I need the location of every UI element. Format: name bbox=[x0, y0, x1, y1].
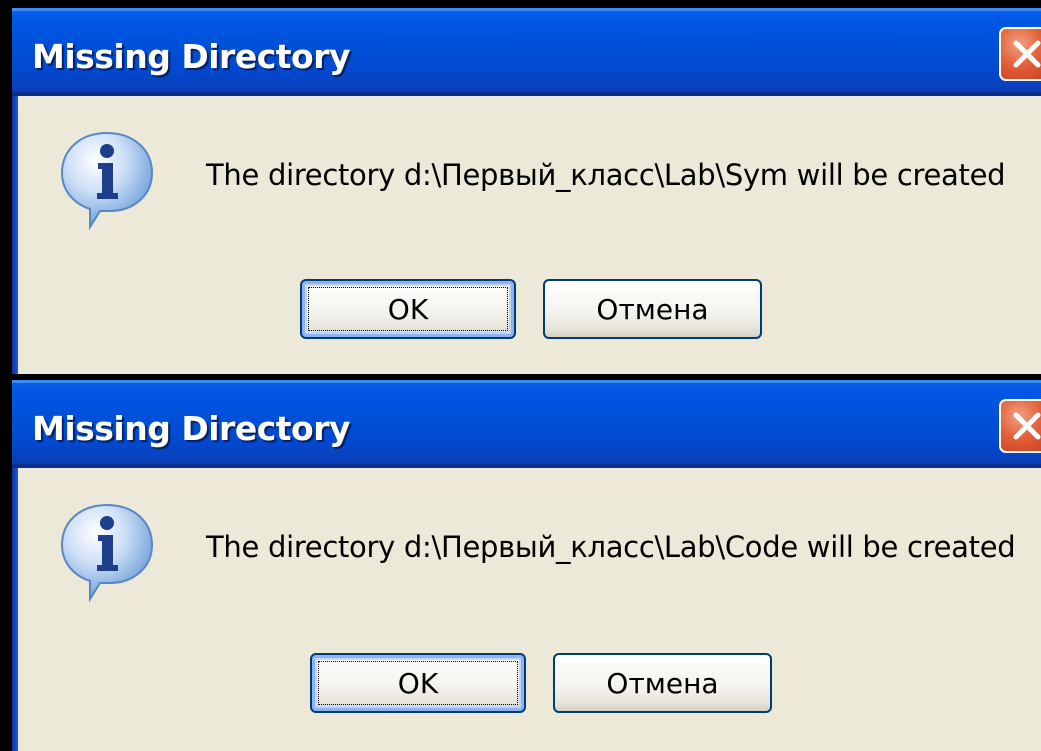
dialog-message: The directory d:\Первый_класс\Lab\Sym wi… bbox=[206, 158, 1006, 192]
cancel-button[interactable]: Отмена bbox=[553, 653, 772, 713]
cancel-button-label: Отмена bbox=[596, 292, 709, 326]
close-button[interactable] bbox=[999, 27, 1041, 81]
dialog-message: The directory d:\Первый_класс\Lab\Code w… bbox=[206, 530, 1016, 564]
cancel-button[interactable]: Отмена bbox=[543, 279, 762, 339]
cancel-button-label: Отмена bbox=[606, 666, 719, 700]
info-icon bbox=[60, 503, 154, 603]
focus-ring bbox=[308, 287, 508, 331]
ok-button[interactable]: OK bbox=[300, 279, 516, 339]
info-icon bbox=[60, 131, 154, 231]
focus-ring bbox=[318, 661, 518, 705]
dialog-title: Missing Directory bbox=[32, 409, 351, 448]
close-icon bbox=[1013, 412, 1041, 440]
dialog-title: Missing Directory bbox=[32, 37, 351, 76]
close-button[interactable] bbox=[999, 399, 1041, 453]
window-frame bbox=[12, 468, 18, 751]
missing-directory-dialog-1: Missing Directory The directory d:\Первы… bbox=[12, 8, 1041, 374]
close-icon bbox=[1013, 40, 1041, 68]
ok-button[interactable]: OK bbox=[310, 653, 526, 713]
window-frame bbox=[12, 96, 18, 374]
missing-directory-dialog-2: Missing Directory The directory d:\Первы… bbox=[12, 380, 1041, 751]
title-bar[interactable]: Missing Directory bbox=[12, 8, 1041, 96]
title-bar[interactable]: Missing Directory bbox=[12, 380, 1041, 468]
